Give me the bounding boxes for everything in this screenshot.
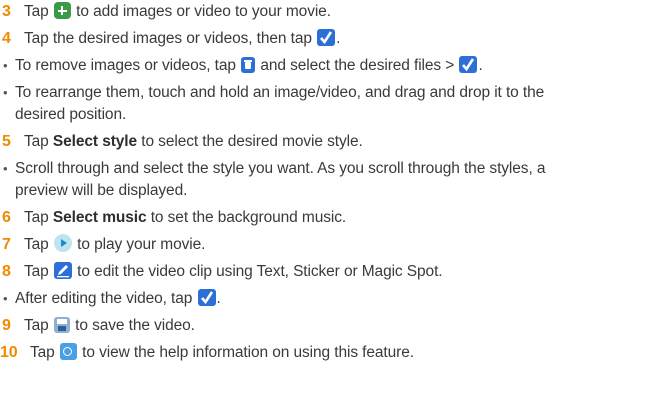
checkmark-icon [197,289,216,306]
help-icon [59,343,77,360]
step-text: to set the background music. [150,209,347,226]
bullet-icon: • [3,58,8,73]
bullet-text: and select the desired files > [260,57,455,74]
select-music-label: Select music [52,209,147,226]
step-text: Tap [24,3,49,20]
bullet-icon: • [3,291,8,306]
bullet-text-continued: preview will be displayed. [15,182,188,199]
step-text: to view the help information on using th… [82,344,414,361]
step-text: Tap [30,344,55,361]
step-text: Tap the desired images or videos, then t… [24,30,312,47]
bullet-text: Scroll through and select the style you … [15,160,546,177]
checkmark-icon [317,29,336,46]
bullet-text: To remove images or videos, tap [15,57,236,74]
step-text: to select the desired movie style. [141,133,363,150]
play-icon [53,234,72,252]
checkmark-icon [459,56,478,73]
step-text: Tap [24,133,49,150]
add-icon [53,2,71,19]
select-style-label: Select style [52,133,138,150]
step-text: Tap [24,263,49,280]
step-number: 10 [0,344,18,361]
step-text: to edit the video clip using Text, Stick… [77,263,443,280]
delete-icon [241,57,256,73]
step-text: Tap [24,209,49,226]
bullet-icon: • [3,161,8,176]
step-text: Tap [24,317,49,334]
step-text: to save the video. [75,317,195,334]
step-text: to play your movie. [77,236,206,253]
edit-icon [53,262,72,279]
bullet-icon: • [3,85,8,100]
save-icon [53,317,70,333]
step-text: Tap [24,236,49,253]
bullet-text: To rearrange them, touch and hold an ima… [15,84,545,101]
bullet-text: After editing the video, tap [15,290,193,307]
bullet-text-continued: desired position. [15,106,127,123]
manual-page: 3 Tap to add images or video to your mov… [0,0,645,403]
step-text: to add images or video to your movie. [76,3,331,20]
